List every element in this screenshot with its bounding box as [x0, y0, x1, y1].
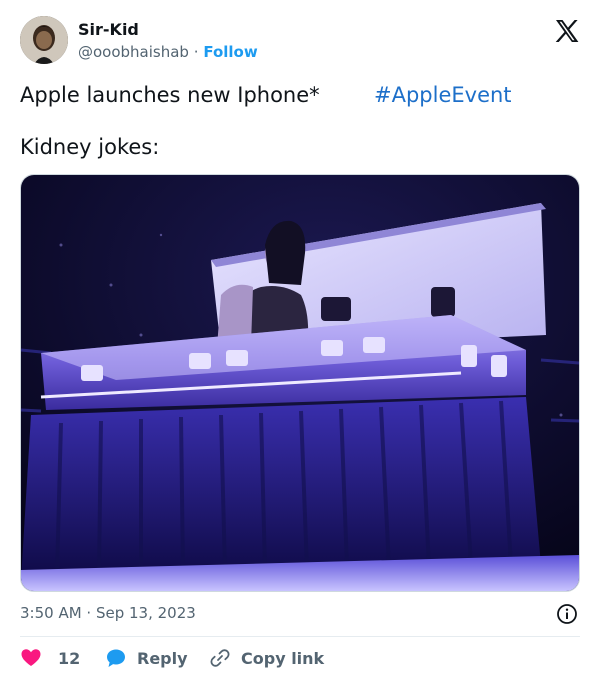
- avatar-image: [20, 16, 68, 64]
- author-handle[interactable]: @ooobhaishab: [78, 43, 189, 61]
- avatar[interactable]: [20, 16, 68, 64]
- info-icon[interactable]: [556, 603, 578, 625]
- tweet-text-line-2: Kidney jokes:: [20, 135, 160, 159]
- copy-link-button[interactable]: Copy link: [209, 646, 324, 670]
- divider: [20, 636, 580, 637]
- follow-button[interactable]: Follow: [203, 43, 257, 61]
- handle-separator: ·: [193, 43, 199, 61]
- tweet-card: Sir-Kid @ooobhaishab · Follow Apple laun…: [0, 0, 600, 682]
- reply-label: Reply: [137, 648, 188, 668]
- author-name[interactable]: Sir-Kid: [78, 20, 139, 40]
- x-logo-icon[interactable]: [555, 20, 579, 42]
- like-count: 12: [58, 648, 81, 668]
- heart-icon: [20, 647, 42, 669]
- copy-link-label: Copy link: [241, 648, 325, 668]
- author-handle-row: @ooobhaishab · Follow: [78, 42, 258, 62]
- link-icon: [209, 647, 231, 669]
- tweet-text-line-1: Apple launches new Iphone*: [20, 83, 320, 107]
- reply-button[interactable]: Reply: [105, 646, 188, 670]
- hashtag-link[interactable]: #AppleEvent: [374, 81, 512, 109]
- tweet-media-image[interactable]: [20, 174, 580, 592]
- like-button[interactable]: 12: [20, 646, 80, 670]
- tweet-timestamp[interactable]: 3:50 AM · Sep 13, 2023: [20, 603, 196, 623]
- speech-bubble-icon: [105, 647, 127, 669]
